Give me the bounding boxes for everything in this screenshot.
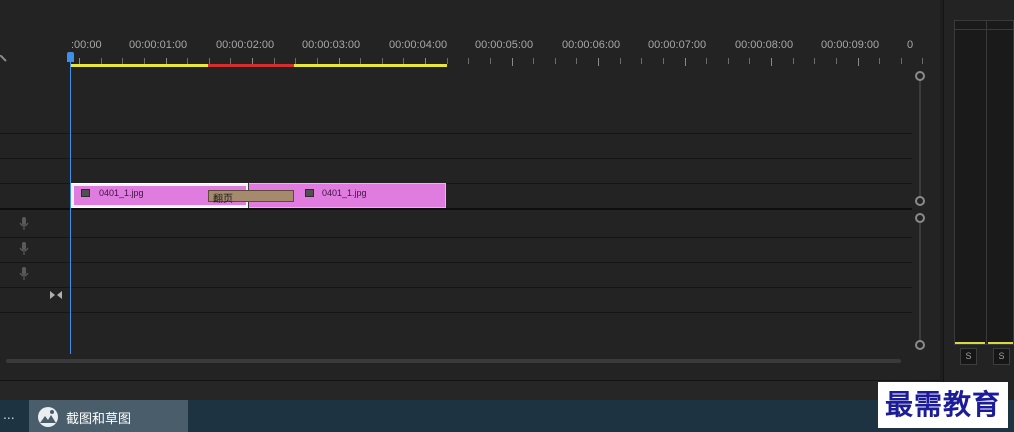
- ruler-tick: [771, 58, 772, 66]
- ruler-tick: [879, 58, 881, 64]
- ruler-label: 0: [907, 39, 914, 51]
- sync-lock-icon[interactable]: [50, 290, 62, 300]
- ruler-tick: [857, 58, 859, 66]
- horizontal-scroll-thumb[interactable]: [6, 359, 901, 363]
- microphone-icon[interactable]: [19, 217, 29, 231]
- render-bar-yellow: [70, 64, 208, 67]
- taskbar-app-label: 截图和草图: [66, 411, 132, 426]
- ruler-label: 00:00:04:00: [389, 39, 448, 51]
- ruler-label: 00:00:03:00: [302, 39, 361, 51]
- audio-track-scrollbar[interactable]: [913, 213, 927, 353]
- ruler-label: 00:00:02:00: [216, 39, 275, 51]
- video-track-scrollbar[interactable]: [913, 70, 927, 210]
- render-bar-red: [208, 64, 294, 67]
- ruler-tick: [684, 58, 686, 66]
- solo-button-right[interactable]: S: [993, 348, 1010, 365]
- ruler-label: 00:00:09:00: [821, 39, 880, 51]
- scroll-handle-bottom[interactable]: [915, 340, 925, 350]
- ruler-tick: [468, 58, 470, 64]
- track-divider: [0, 237, 912, 238]
- taskbar-app-snip-sketch[interactable]: 截图和草图: [29, 400, 188, 432]
- ruler-label: 00:00:06:00: [562, 39, 621, 51]
- ruler-tick: [814, 58, 816, 64]
- meter-header: [954, 20, 1014, 30]
- fx-badge-icon: [305, 189, 314, 197]
- ruler-tick: [749, 58, 751, 64]
- ruler-tick: [641, 58, 643, 64]
- transition-label: 翻页: [213, 194, 233, 205]
- microphone-icon[interactable]: [19, 242, 29, 256]
- ruler-tick: [598, 58, 599, 66]
- render-bar-yellow: [294, 64, 447, 67]
- ruler-label: :00:00: [71, 39, 102, 51]
- watermark: 最需教育: [878, 382, 1008, 428]
- ruler-tick: [489, 58, 491, 64]
- ruler-tick: [792, 58, 794, 64]
- playhead-handle[interactable]: [67, 52, 74, 62]
- time-ruler[interactable]: :00:00 00:00:01:00 00:00:02:00 00:00:03:…: [70, 0, 924, 70]
- audio-meter: [954, 20, 1014, 345]
- clip-name: 0401_1.jpg: [99, 188, 144, 198]
- ruler-tick: [922, 58, 924, 64]
- microphone-icon[interactable]: [19, 267, 29, 281]
- ruler-tick: [900, 58, 902, 64]
- solo-button-left[interactable]: S: [960, 348, 977, 365]
- ruler-label: 00:00:07:00: [648, 39, 707, 51]
- status-strip: [0, 380, 940, 400]
- ruler-tick: [511, 58, 513, 66]
- track-divider: [0, 312, 912, 313]
- ruler-tick: [706, 58, 708, 64]
- meter-divider: [986, 20, 987, 345]
- fx-badge-icon: [81, 189, 90, 197]
- taskbar: ... 截图和草图: [0, 400, 1014, 432]
- ruler-tick: [727, 58, 729, 64]
- ruler-tick: [576, 58, 578, 64]
- snip-sketch-icon: [38, 407, 58, 427]
- scroll-handle-top[interactable]: [915, 213, 925, 223]
- track-divider: [0, 133, 912, 134]
- ruler-tick: [835, 58, 837, 64]
- ruler-tick: [533, 58, 535, 64]
- video-audio-divider: [0, 208, 912, 210]
- ruler-label: 00:00:05:00: [475, 39, 534, 51]
- ruler-tick: [662, 58, 664, 64]
- page-turn-transition[interactable]: 翻页: [208, 190, 294, 205]
- track-divider: [0, 158, 912, 159]
- playhead-line[interactable]: [70, 62, 71, 354]
- ruler-label: 00:00:08:00: [735, 39, 794, 51]
- scroll-handle-top[interactable]: [915, 71, 925, 81]
- timeline-panel: :00:00 00:00:01:00 00:00:02:00 00:00:03:…: [0, 0, 940, 380]
- taskbar-overflow[interactable]: ...: [3, 406, 15, 422]
- meter-level-right: [988, 342, 1013, 344]
- ruler-tick: [619, 58, 621, 64]
- ruler-tick: [554, 58, 556, 64]
- meter-level-left: [955, 342, 985, 344]
- track-header-column: [0, 0, 70, 380]
- horizontal-scrollbar[interactable]: [0, 358, 912, 364]
- wrench-icon[interactable]: [0, 55, 8, 65]
- ruler-label: 00:00:01:00: [129, 39, 188, 51]
- track-divider: [0, 262, 912, 263]
- clip-name: 0401_1.jpg: [322, 188, 367, 198]
- scroll-handle-bottom[interactable]: [915, 196, 925, 206]
- track-divider: [0, 287, 912, 288]
